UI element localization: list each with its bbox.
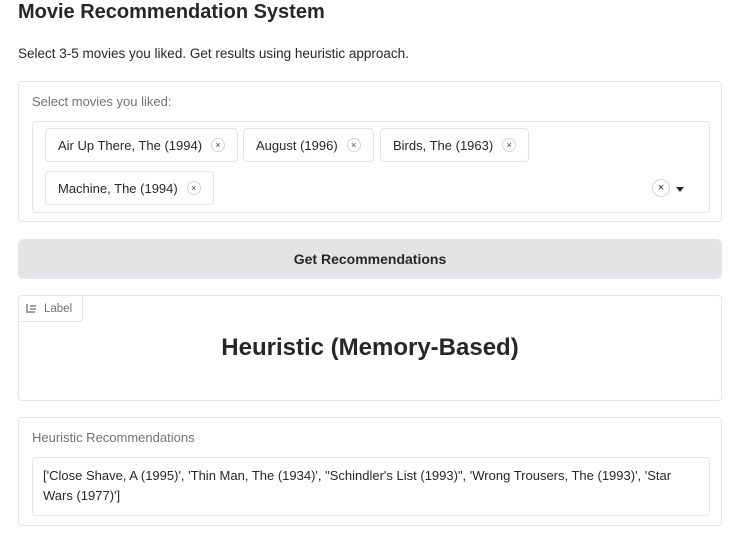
page-title: Movie Recommendation System	[18, 1, 325, 23]
label-icon	[26, 304, 36, 313]
movie-chip-label: Machine, The (1994)	[58, 180, 178, 196]
movie-chip: Birds, The (1963) ×	[380, 128, 530, 162]
label-output-value: Heuristic (Memory-Based)	[221, 334, 519, 361]
remove-chip-icon[interactable]: ×	[502, 138, 517, 152]
label-tag-text: Label	[44, 302, 73, 315]
page-subtitle: Select 3-5 movies you liked. Get results…	[18, 46, 409, 61]
clear-all-icon[interactable]: ×	[652, 179, 670, 197]
recommendations-textbox[interactable]: ['Close Shave, A (1995)', 'Thin Man, The…	[32, 457, 710, 516]
movie-chip: August (1996) ×	[243, 128, 374, 162]
movie-chip: Air Up There, The (1994) ×	[45, 128, 239, 162]
dropdown-arrow-icon[interactable]	[676, 187, 684, 192]
movie-chip-label: August (1996)	[256, 137, 338, 153]
movie-select-label: Select movies you liked:	[32, 94, 172, 109]
remove-chip-icon[interactable]: ×	[346, 138, 361, 152]
label-tag: Label	[18, 295, 83, 322]
remove-chip-icon[interactable]: ×	[186, 181, 201, 195]
movie-chip-label: Birds, The (1963)	[393, 137, 494, 153]
remove-chip-icon[interactable]: ×	[211, 138, 226, 152]
recommendations-label: Heuristic Recommendations	[32, 430, 195, 445]
recommendations-panel: Heuristic Recommendations ['Close Shave,…	[18, 417, 722, 526]
get-recommendations-button[interactable]: Get Recommendations	[18, 239, 722, 279]
movie-chip: Machine, The (1994) ×	[45, 171, 214, 205]
movie-chip-label: Air Up There, The (1994)	[58, 137, 203, 153]
movie-select-panel: Select movies you liked: Air Up There, T…	[18, 81, 722, 222]
label-output-panel: Label Heuristic (Memory-Based)	[18, 295, 722, 401]
movie-multiselect[interactable]: Air Up There, The (1994) × August (1996)…	[32, 121, 710, 213]
